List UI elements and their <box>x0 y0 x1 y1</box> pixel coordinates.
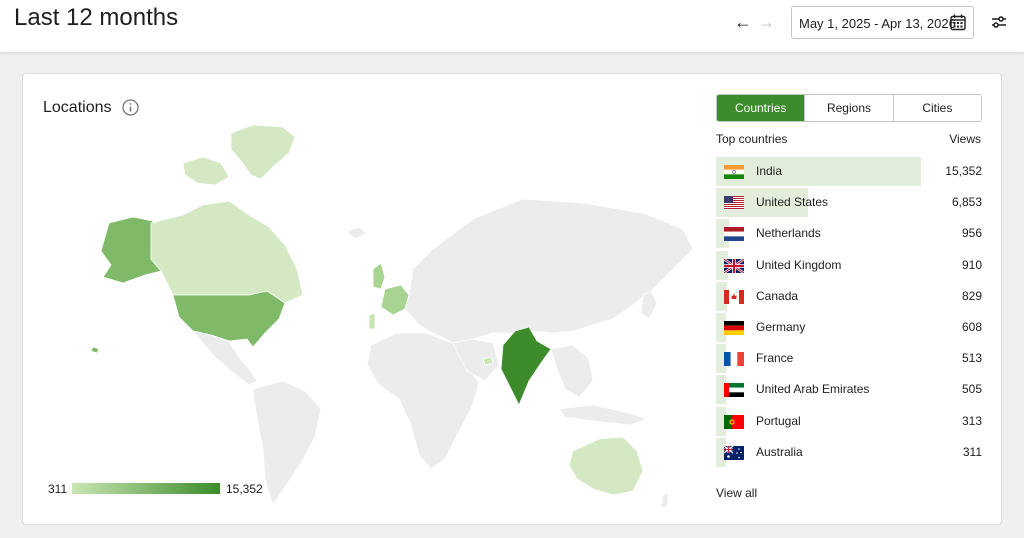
view-all-link[interactable]: View all <box>716 486 757 500</box>
country-name: France <box>756 351 794 366</box>
flag-us-icon <box>724 196 744 211</box>
country-views: 513 <box>961 351 982 366</box>
map-country-greenland[interactable] <box>230 124 296 180</box>
sliders-icon[interactable] <box>990 13 1008 31</box>
flag-in-icon <box>724 165 744 179</box>
legend-min-label: 311 <box>48 482 68 496</box>
calendar-icon <box>950 14 966 31</box>
arrow-left-icon[interactable]: ← <box>734 10 752 34</box>
country-views: 956 <box>961 226 982 241</box>
country-views: 311 <box>962 444 982 459</box>
info-icon[interactable] <box>122 99 139 116</box>
legend-max-label: 15,352 <box>226 482 263 496</box>
flag-pt-icon <box>724 414 744 429</box>
map-country-usa[interactable] <box>172 290 286 348</box>
map-country-japan[interactable] <box>640 290 658 320</box>
flag-au-icon <box>723 445 744 460</box>
flag-fr-icon <box>724 352 744 367</box>
country-name: India <box>756 164 783 178</box>
country-name: Germany <box>756 319 806 334</box>
country-name: United Arab Emirates <box>756 382 870 397</box>
legend-gradient-bar <box>72 483 220 494</box>
country-row[interactable]: Germany 608 <box>716 312 982 344</box>
map-country-australia[interactable] <box>568 436 644 496</box>
map-continent-eurasia[interactable] <box>404 198 694 344</box>
map-country-iceland[interactable] <box>346 226 368 240</box>
country-row[interactable]: Australia 311 <box>716 437 982 469</box>
date-range-picker[interactable]: May 1, 2025 - Apr 13, 2026 <box>791 6 974 39</box>
map-country-portugal[interactable] <box>368 312 376 330</box>
location-tabs: Countries Regions Cities <box>716 94 982 122</box>
map-country-india[interactable] <box>500 326 552 406</box>
tab-cities[interactable]: Cities <box>892 95 981 121</box>
map-country-new-zealand[interactable] <box>660 492 670 508</box>
country-row[interactable]: Portugal 313 <box>716 406 982 438</box>
card-title: Locations <box>43 99 112 116</box>
country-views: 6,853 <box>951 195 982 210</box>
flag-ae-icon <box>724 383 744 398</box>
flag-ca-icon <box>724 289 744 304</box>
world-map <box>90 124 694 508</box>
country-name: Australia <box>756 444 803 459</box>
country-row[interactable]: United Arab Emirates 505 <box>716 375 982 406</box>
date-range-label: May 1, 2025 - Apr 13, 2026 <box>799 16 956 31</box>
country-name: Portugal <box>756 413 801 428</box>
map-country-western-europe[interactable] <box>380 284 410 316</box>
map-region-indonesia[interactable] <box>558 404 649 426</box>
country-views: 829 <box>961 288 982 303</box>
country-views: 15,352 <box>945 164 982 178</box>
country-views: 313 <box>961 413 982 428</box>
country-name: United States <box>756 195 829 210</box>
map-region-hawaii[interactable] <box>90 346 100 354</box>
arrow-right-icon[interactable]: → <box>757 10 775 34</box>
country-name: United Kingdom <box>756 257 842 272</box>
top-bar: Last 12 months ← → May 1, 2025 - Apr 13,… <box>0 0 1024 52</box>
country-views: 505 <box>961 382 982 397</box>
map-country-uk[interactable] <box>372 262 386 290</box>
views-bar <box>716 157 921 186</box>
map-country-canada[interactable] <box>150 200 304 304</box>
tab-regions[interactable]: Regions <box>804 95 893 121</box>
list-header-top-countries: Top countries <box>716 132 788 146</box>
country-row[interactable]: India 15,352 <box>716 157 982 188</box>
country-row[interactable]: United States 6,853 <box>716 188 982 219</box>
map-region-southeast-asia[interactable] <box>550 344 594 398</box>
flag-nl-icon <box>724 227 744 242</box>
list-header-views: Views <box>949 132 981 146</box>
map-country-canada-islands[interactable] <box>182 156 230 186</box>
country-views: 608 <box>961 319 982 334</box>
country-row[interactable]: Netherlands 956 <box>716 219 982 250</box>
country-row[interactable]: United Kingdom 910 <box>716 250 982 282</box>
locations-card: Locations 311 15,352 Countries Regions C… <box>22 73 1002 525</box>
flag-gb-icon <box>723 257 745 274</box>
tab-countries[interactable]: Countries <box>717 95 805 121</box>
country-name: Netherlands <box>756 226 821 241</box>
country-list: India 15,352 United States 6,853 Netherlands… <box>716 157 982 469</box>
country-row[interactable]: Canada 829 <box>716 281 982 313</box>
flag-de-icon <box>724 320 744 335</box>
country-name: Canada <box>756 288 799 303</box>
country-row[interactable]: France 513 <box>716 344 982 375</box>
page-title: Last 12 months <box>14 4 179 31</box>
map-continent-south-america[interactable] <box>252 380 322 506</box>
country-views: 910 <box>961 257 982 272</box>
